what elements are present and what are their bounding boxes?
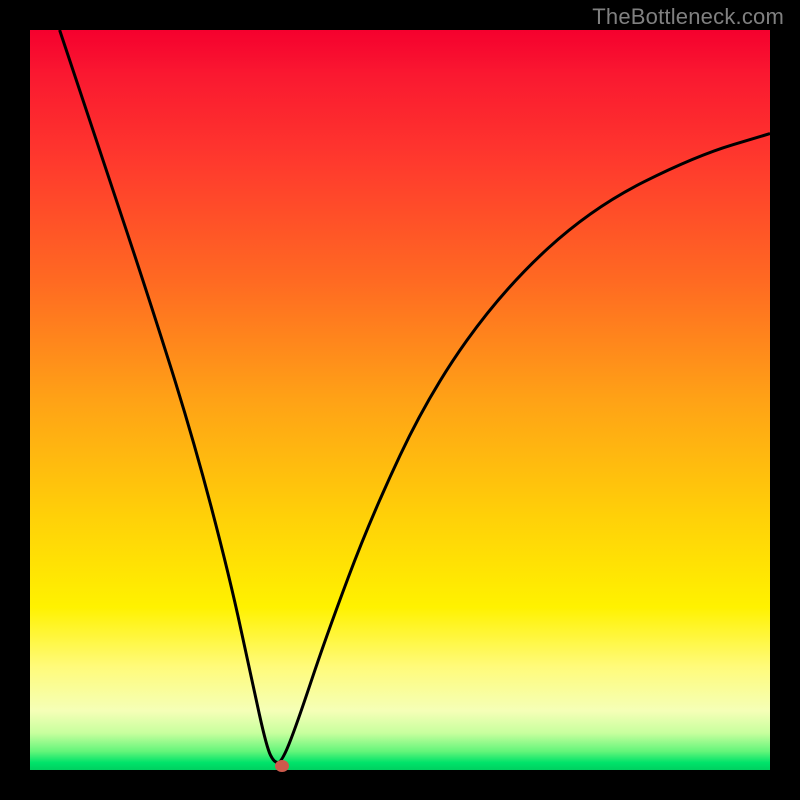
bottleneck-curve: [30, 30, 770, 770]
curve-path: [60, 30, 770, 763]
watermark-text: TheBottleneck.com: [592, 4, 784, 30]
plot-area: [30, 30, 770, 770]
minimum-marker-icon: [275, 760, 289, 772]
chart-frame: TheBottleneck.com: [0, 0, 800, 800]
